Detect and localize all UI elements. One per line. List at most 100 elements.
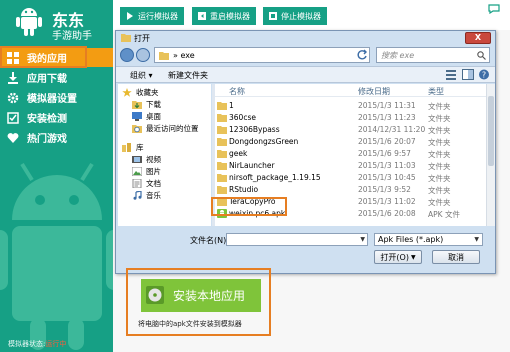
file-date: 2015/1/6 20:08 <box>358 209 416 218</box>
tree-item-label: 桌面 <box>146 112 161 121</box>
file-name: nirsoft_package_1.19.15 <box>229 173 321 182</box>
address-row: » exe 搜索 exe <box>120 47 492 63</box>
scrollbar-thumb[interactable] <box>488 96 494 166</box>
filetype-select[interactable]: Apk Files (*.apk) ▼ <box>374 233 483 246</box>
file-list-header: 名称 修改日期 类型 <box>215 84 486 97</box>
help-icon[interactable]: ? <box>478 69 490 80</box>
file-row[interactable]: geek 2015/1/6 9:57 文件夹 <box>215 148 486 159</box>
restart-emulator-label: 重启模拟器 <box>210 11 250 21</box>
message-icon[interactable] <box>488 4 500 14</box>
tree-item-videos[interactable]: 视频 <box>132 154 161 165</box>
open-button[interactable]: 打开(O) ▼ <box>374 250 422 264</box>
organize-menu[interactable]: 组织 ▾ <box>130 70 153 81</box>
file-row[interactable]: DongdongzsGreen 2015/1/6 20:07 文件夹 <box>215 136 486 147</box>
sidebar-item-hot-games[interactable]: 热门游戏 <box>0 128 113 147</box>
file-row[interactable]: NirLauncher 2015/1/3 11:03 文件夹 <box>215 160 486 171</box>
music-icon <box>133 191 142 200</box>
checkbox-icon <box>7 111 19 124</box>
emulator-status: 模拟器状态:运行中 <box>8 339 66 349</box>
dialog-title: 打开 <box>134 34 150 43</box>
open-button-label: 打开(O) <box>380 252 409 262</box>
folder-icon <box>217 186 227 194</box>
close-button[interactable]: X <box>465 32 491 44</box>
sidebar-item-label: 应用下载 <box>27 74 67 85</box>
file-type: 文件夹 <box>428 126 451 135</box>
open-file-dialog: 打开 X » exe 搜索 exe 组织 ▾ 新建文件夹 ? 收藏夹 下载 桌面… <box>115 30 496 274</box>
column-date-header[interactable]: 修改日期 <box>358 86 390 97</box>
sidebar-item-emulator-settings[interactable]: 模拟器设置 <box>0 88 113 107</box>
tree-item-recent-places[interactable]: 最近访问的位置 <box>132 123 199 134</box>
tree-item-libraries[interactable]: 库 <box>122 142 144 153</box>
file-type: 文件夹 <box>428 114 451 123</box>
chevron-down-icon[interactable]: ▼ <box>360 236 365 243</box>
file-row[interactable]: 1 2015/1/3 11:31 文件夹 <box>215 100 486 111</box>
new-folder-button[interactable]: 新建文件夹 <box>168 70 208 81</box>
app-subtitle: 手游助手 <box>52 31 92 42</box>
apps-grid-icon <box>7 51 19 64</box>
file-row[interactable]: 12306Bypass 2014/12/31 11:20 文件夹 <box>215 124 486 135</box>
file-date: 2015/1/3 10:45 <box>358 173 416 182</box>
filename-input[interactable]: ▼ <box>226 233 368 246</box>
run-emulator-button[interactable]: 运行模拟器 <box>120 7 184 25</box>
sidebar-item-label: 我的应用 <box>27 54 67 65</box>
tree-item-documents[interactable]: 文档 <box>132 178 161 189</box>
address-bar[interactable]: » exe <box>154 47 370 63</box>
file-row[interactable]: TeraCopyPro 2015/1/3 11:02 文件夹 <box>215 196 486 207</box>
file-list-scrollbar[interactable] <box>486 84 495 226</box>
breadcrumb: » exe <box>173 50 195 60</box>
column-type-header[interactable]: 类型 <box>428 86 444 97</box>
filetype-value: Apk Files (*.apk) <box>378 235 444 244</box>
file-row[interactable]: 360cse 2015/1/3 11:23 文件夹 <box>215 112 486 123</box>
folder-icon <box>159 52 169 60</box>
file-row-selected-apk[interactable]: weixin.pc6.apk 2015/1/6 20:08 APK 文件 <box>215 208 486 219</box>
restart-icon <box>198 12 206 20</box>
tree-item-favorites[interactable]: 收藏夹 <box>122 87 159 98</box>
folder-icon <box>217 102 227 110</box>
folder-icon <box>217 126 227 134</box>
star-icon <box>122 88 132 97</box>
folder-icon <box>217 150 227 158</box>
tree-item-label: 下载 <box>146 100 161 109</box>
sidebar-item-app-download[interactable]: 应用下载 <box>0 68 113 87</box>
dialog-titlebar[interactable]: 打开 X <box>116 31 495 45</box>
file-name: 1 <box>229 101 234 110</box>
search-input[interactable]: 搜索 exe <box>376 47 490 63</box>
forward-button[interactable] <box>136 48 150 62</box>
folder-icon <box>121 34 131 42</box>
file-name: DongdongzsGreen <box>229 137 299 146</box>
file-row[interactable]: nirsoft_package_1.19.15 2015/1/3 10:45 文… <box>215 172 486 183</box>
install-button-label: 安装本地应用 <box>173 289 246 303</box>
stop-icon <box>269 12 277 20</box>
sidebar-item-install-check[interactable]: 安装检测 <box>0 108 113 127</box>
stop-emulator-label: 停止模拟器 <box>281 11 321 21</box>
tree-item-music[interactable]: 音乐 <box>132 190 161 201</box>
file-date: 2015/1/6 9:57 <box>358 149 411 158</box>
file-type: APK 文件 <box>428 210 460 219</box>
view-options-icon[interactable] <box>446 69 458 80</box>
stop-emulator-button[interactable]: 停止模拟器 <box>263 7 327 25</box>
file-type: 文件夹 <box>428 174 451 183</box>
column-name-header[interactable]: 名称 <box>229 86 245 97</box>
restart-emulator-button[interactable]: 重启模拟器 <box>192 7 256 25</box>
cancel-button[interactable]: 取消 <box>432 250 480 264</box>
chevron-down-icon: ▼ <box>474 236 479 243</box>
tree-item-pictures[interactable]: 图片 <box>132 166 161 177</box>
install-disc-icon <box>146 286 164 304</box>
tree-item-desktop[interactable]: 桌面 <box>132 111 161 122</box>
emulator-status-value: 运行中 <box>45 340 67 348</box>
file-name: geek <box>229 149 248 158</box>
android-logo-icon <box>16 8 42 36</box>
sidebar: 东东 手游助手 我的应用 应用下载 模拟器设置 安装检测 热门游戏 模拟器状态:… <box>0 0 113 352</box>
preview-pane-icon[interactable] <box>462 69 474 80</box>
heart-icon <box>7 132 19 143</box>
recent-places-icon <box>132 125 142 133</box>
cancel-button-label: 取消 <box>448 252 464 262</box>
tree-item-downloads[interactable]: 下载 <box>132 99 161 110</box>
file-row[interactable]: RStudio 2015/1/3 9:52 文件夹 <box>215 184 486 195</box>
refresh-icon[interactable] <box>355 48 369 62</box>
sidebar-nav: 我的应用 应用下载 模拟器设置 安装检测 热门游戏 <box>0 48 113 148</box>
play-icon <box>127 12 133 20</box>
sidebar-item-my-apps[interactable]: 我的应用 <box>0 48 113 67</box>
back-button[interactable] <box>120 48 134 62</box>
sidebar-item-label: 热门游戏 <box>27 134 67 145</box>
